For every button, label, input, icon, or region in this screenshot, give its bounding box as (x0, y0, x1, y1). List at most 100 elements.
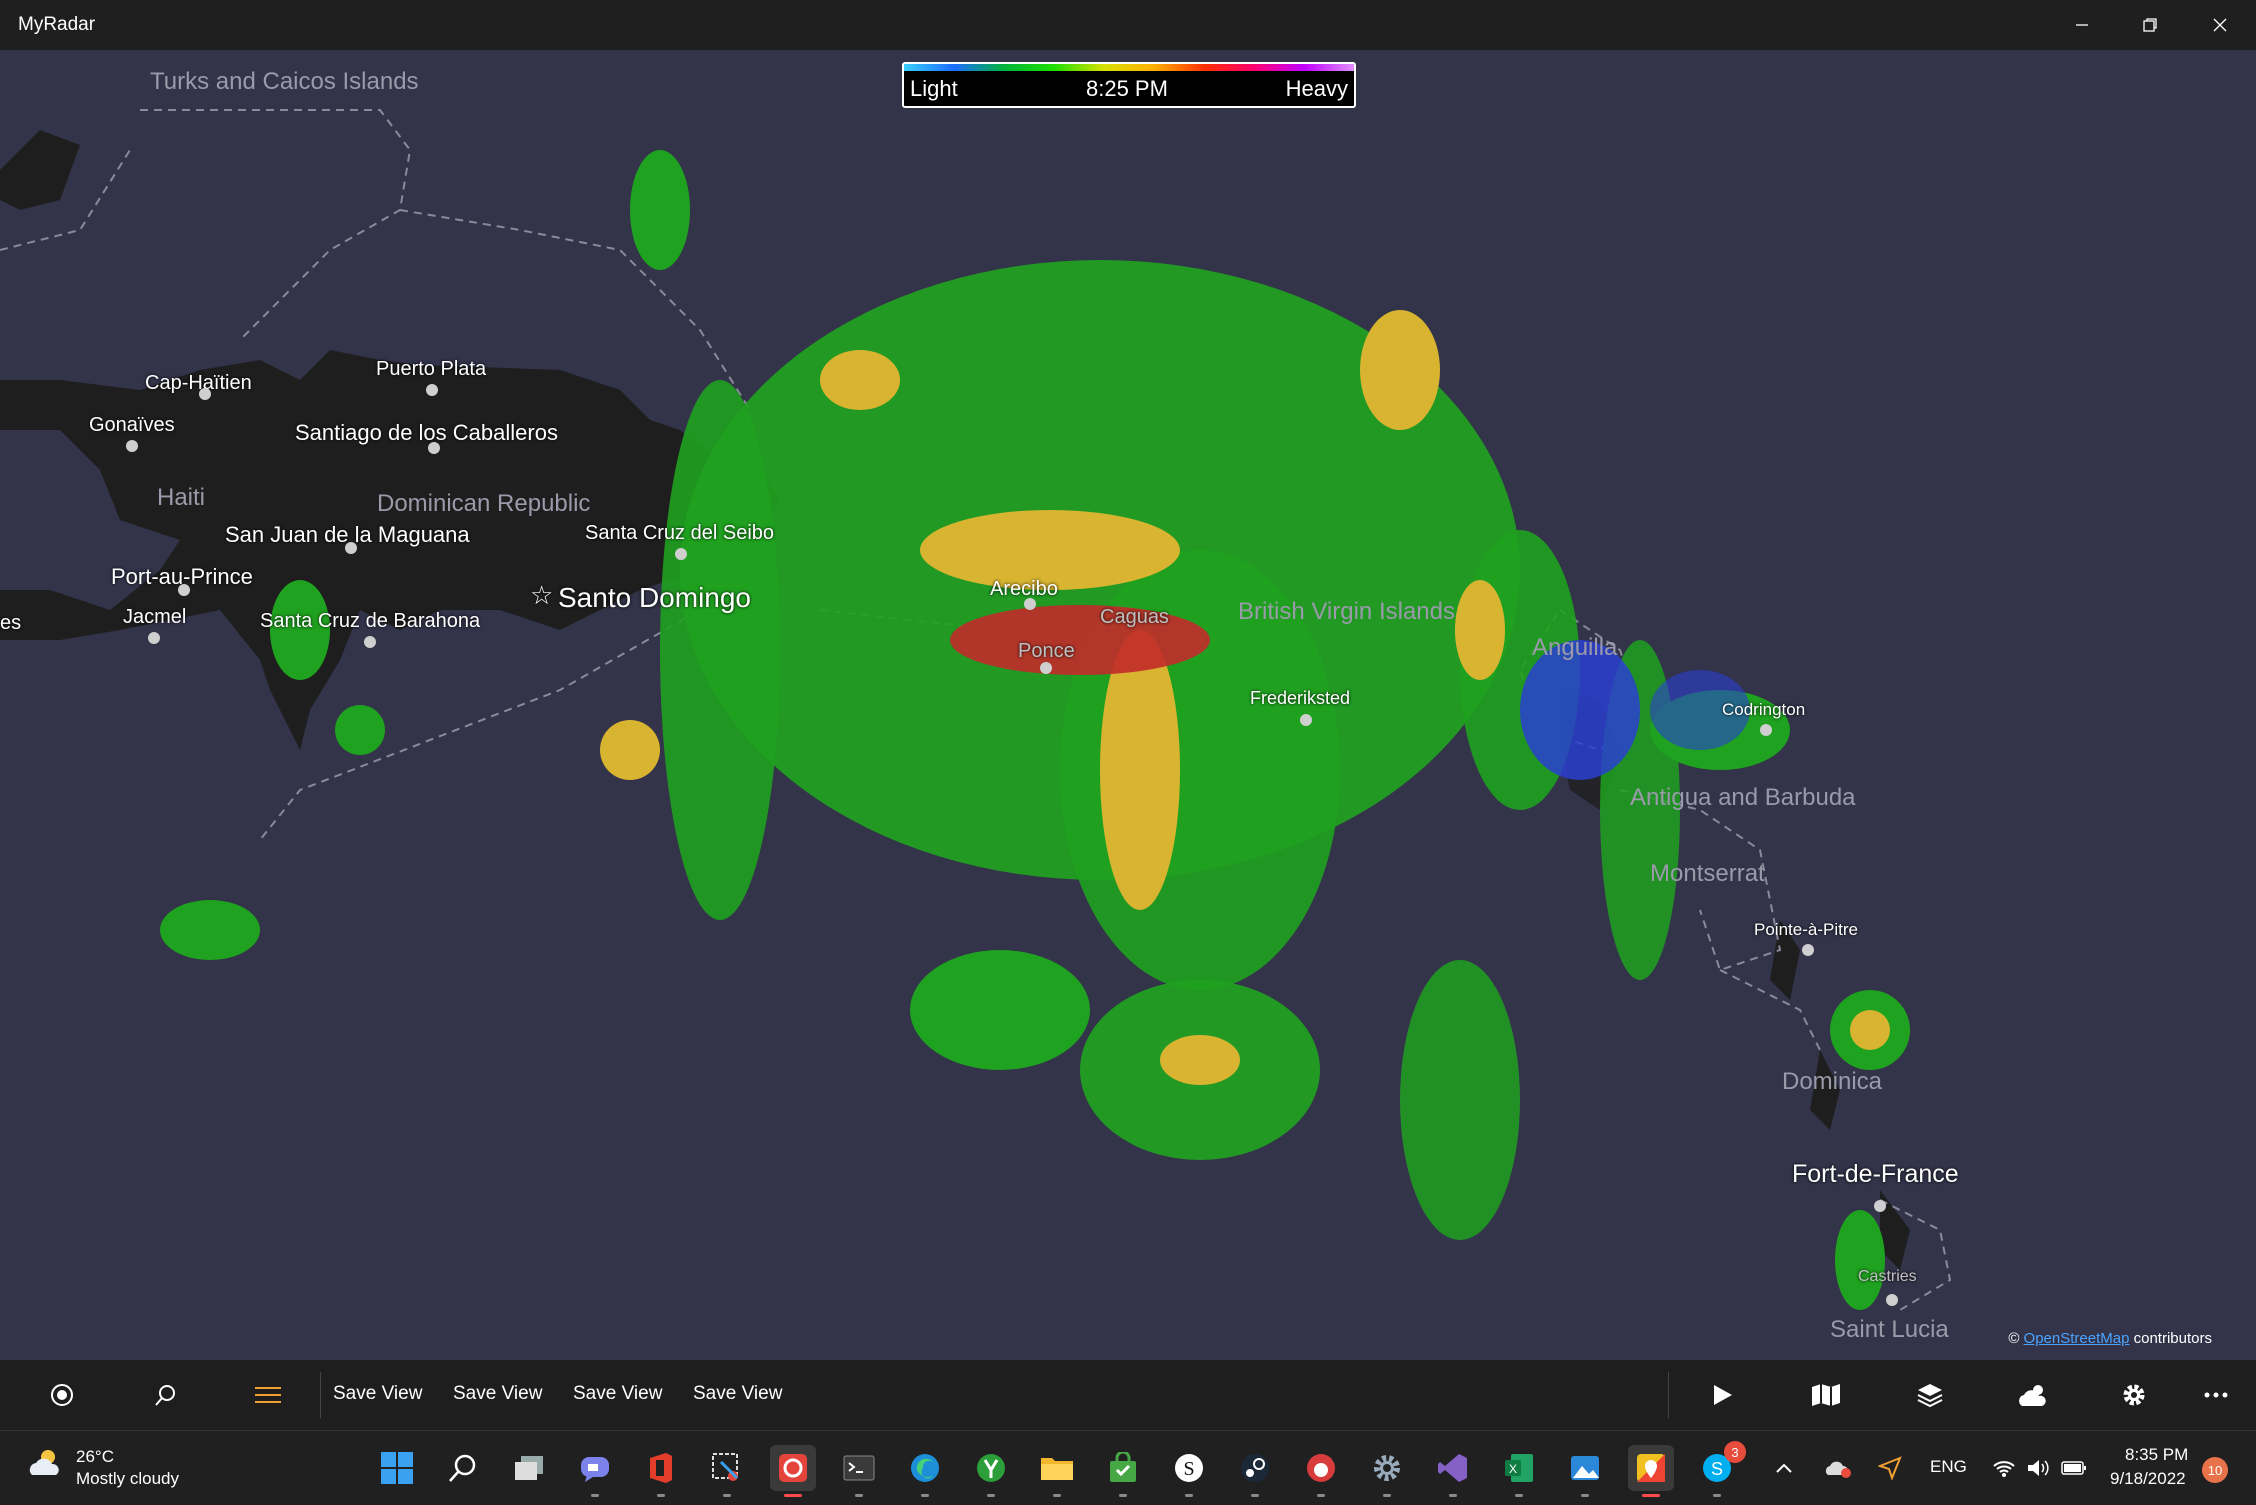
terminal-button[interactable] (836, 1445, 882, 1497)
locate-button[interactable] (44, 1377, 80, 1413)
play-button[interactable] (1704, 1377, 1740, 1413)
map-label-caguas: Caguas (1100, 606, 1169, 628)
legend-time-label: 8:25 PM (1086, 76, 1168, 101)
weather-widget[interactable]: 26°C Mostly cloudy (28, 1445, 179, 1488)
svg-text:S: S (1711, 1459, 1723, 1479)
taskbar: 26°C Mostly cloudy S X S 3 ENG 8:35 PM 9… (0, 1430, 2256, 1505)
location-tray-icon[interactable] (1874, 1445, 1906, 1491)
city-dot (126, 440, 138, 452)
radar-legend[interactable]: Light 8:25 PM Heavy (902, 62, 1356, 108)
map-label-castries: Castries (1858, 1268, 1917, 1285)
legend-color-ramp (904, 64, 1354, 71)
layers-button[interactable] (1912, 1377, 1948, 1413)
search-button[interactable] (148, 1377, 184, 1413)
skype-button[interactable]: S 3 (1694, 1441, 1746, 1497)
city-dot (1874, 1200, 1886, 1212)
snipping-tool-button[interactable] (704, 1445, 750, 1497)
notification-count-badge[interactable]: 10 (2202, 1457, 2228, 1483)
minimize-button[interactable] (2048, 0, 2116, 50)
volume-icon[interactable] (2024, 1445, 2052, 1491)
openstreetmap-link[interactable]: OpenStreetMap (2024, 1330, 2130, 1347)
onedrive-tray-icon[interactable] (1822, 1445, 1854, 1491)
divider (320, 1372, 321, 1418)
s-app-icon: S (1175, 1454, 1203, 1482)
divider (1668, 1372, 1669, 1418)
minimize-icon (2076, 24, 2088, 26)
windows-icon (381, 1452, 413, 1484)
app-button-active[interactable] (770, 1445, 816, 1497)
map-label-santiago: Santiago de los Caballeros (295, 420, 558, 445)
title-bar: MyRadar (0, 0, 2256, 50)
map-label-dominican-republic: Dominican Republic (377, 490, 591, 517)
restore-button[interactable] (2116, 0, 2184, 50)
office-app-button[interactable] (638, 1445, 684, 1497)
save-view-button-3[interactable]: Save View (573, 1383, 662, 1405)
visual-studio-icon (1438, 1454, 1467, 1482)
save-view-button-1[interactable]: Save View (333, 1383, 422, 1405)
map-attribution: © OpenStreetMap contributors (2008, 1330, 2212, 1347)
city-dot (364, 636, 376, 648)
show-hidden-icons-button[interactable] (1770, 1445, 1798, 1491)
map-label-montserrat: Montserrat (1650, 860, 1765, 887)
file-explorer-button[interactable] (1034, 1445, 1080, 1497)
menu-button[interactable] (250, 1377, 286, 1413)
city-dot (1300, 714, 1312, 726)
wifi-icon[interactable] (1990, 1445, 2018, 1491)
app-s-button[interactable]: S (1166, 1445, 1212, 1497)
save-view-button-4[interactable]: Save View (693, 1383, 782, 1405)
task-view-button[interactable] (506, 1445, 552, 1491)
photos-icon (1571, 1456, 1599, 1480)
clock-time[interactable]: 8:35 PM (2125, 1445, 2188, 1465)
window-title: MyRadar (18, 14, 96, 35)
photos-button[interactable] (1562, 1445, 1608, 1497)
steam-button[interactable] (1232, 1445, 1278, 1497)
teams-chat-button[interactable] (572, 1445, 618, 1497)
taskbar-search-button[interactable] (440, 1445, 486, 1491)
store-button[interactable] (1100, 1445, 1146, 1497)
city-dot (426, 384, 438, 396)
close-button[interactable] (2186, 0, 2254, 50)
map-label-fort-de-france: Fort-de-France (1792, 1160, 1959, 1188)
excel-button[interactable]: X (1496, 1445, 1542, 1497)
map-label-antigua: Antigua and Barbuda (1630, 784, 1856, 811)
city-dot (345, 542, 357, 554)
capital-star-icon: ☆ (530, 580, 554, 610)
leaf-app-icon (977, 1454, 1005, 1482)
city-dot (428, 442, 440, 454)
myradar-taskbar-button[interactable] (1628, 1445, 1674, 1497)
location-arrow-icon (1878, 1456, 1902, 1480)
language-indicator[interactable]: ENG (1930, 1457, 1967, 1477)
battery-icon[interactable] (2060, 1445, 2088, 1491)
settings-button[interactable] (2116, 1377, 2152, 1413)
map-label-arecibo: Arecibo (990, 578, 1058, 600)
radar-map[interactable]: Light 8:25 PM Heavy Turks and Caicos Isl… (0, 50, 2256, 1360)
weather-button[interactable] (2014, 1377, 2050, 1413)
terminal-icon (843, 1455, 875, 1481)
battery-icon (2061, 1461, 2086, 1475)
wifi-icon (1993, 1461, 2015, 1477)
edge-button[interactable] (902, 1445, 948, 1497)
save-view-button-2[interactable]: Save View (453, 1383, 542, 1405)
more-button[interactable] (2198, 1377, 2234, 1413)
legend-heavy-label: Heavy (1285, 76, 1348, 101)
chevron-up-icon (1776, 1463, 1792, 1473)
search-icon (449, 1454, 476, 1482)
map-style-button[interactable] (1808, 1377, 1844, 1413)
settings-app-button[interactable] (1364, 1445, 1410, 1497)
clock-date[interactable]: 9/18/2022 (2110, 1469, 2186, 1489)
visual-studio-button[interactable] (1430, 1445, 1476, 1497)
app-red-button[interactable] (1298, 1445, 1344, 1497)
map-label-es: es (0, 612, 22, 634)
app-green-button[interactable] (968, 1445, 1014, 1497)
city-dot (1024, 598, 1036, 610)
excel-icon: X (1505, 1454, 1533, 1482)
task-view-icon (515, 1456, 543, 1480)
city-dot (1040, 662, 1052, 674)
start-button[interactable] (374, 1445, 420, 1491)
cloud-sun-icon (2019, 1385, 2046, 1406)
map-label-codrington: Codrington (1722, 700, 1806, 719)
map-label-bvi: British Virgin Islands (1238, 598, 1455, 625)
store-icon (1110, 1452, 1136, 1482)
target-icon (51, 1384, 73, 1406)
map-label-haiti: Haiti (157, 484, 206, 511)
